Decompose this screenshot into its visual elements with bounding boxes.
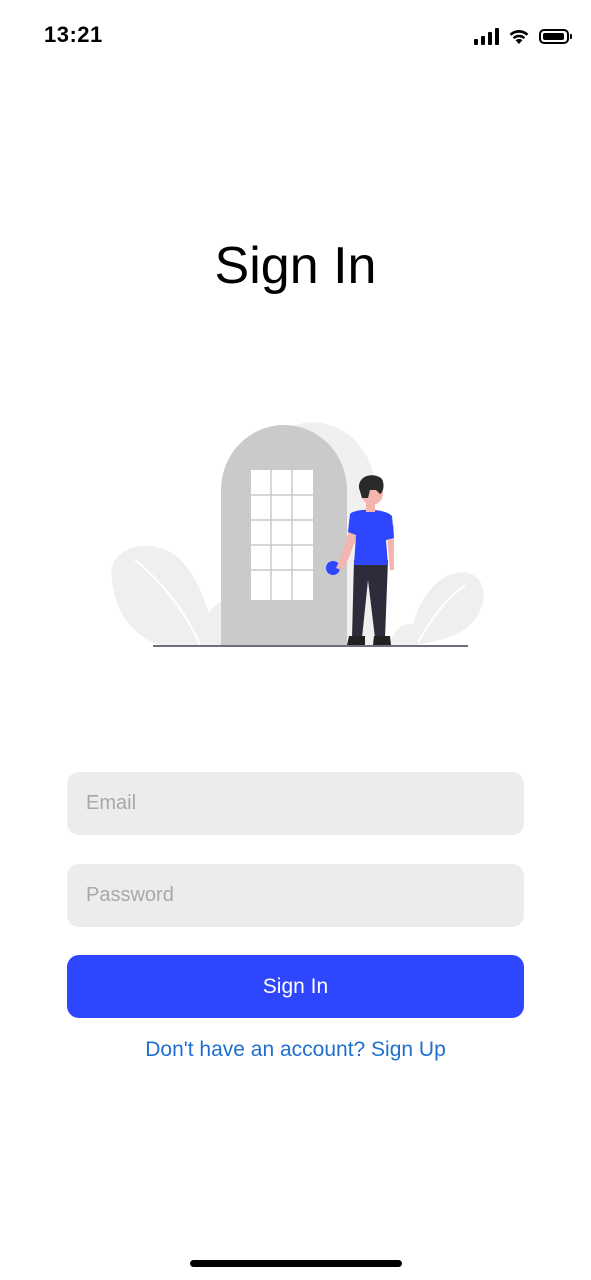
- sign-in-button[interactable]: Sign In: [67, 955, 524, 1018]
- status-bar: 13:21: [0, 0, 591, 72]
- right-leaf-decoration: [390, 572, 484, 645]
- door-window: [251, 470, 313, 600]
- battery-icon: [539, 28, 572, 44]
- cellular-signal-icon: [474, 27, 499, 45]
- sign-up-link[interactable]: Don't have an account? Sign Up: [0, 1038, 591, 1062]
- password-input[interactable]: [67, 864, 524, 927]
- wifi-icon: [509, 29, 529, 44]
- sign-in-screen: 13:21 Sign In Email Sign In Don't have a…: [0, 0, 591, 1280]
- left-leaf-decoration: [111, 545, 225, 646]
- page-title: Sign In: [214, 237, 377, 295]
- status-icons: [474, 24, 572, 48]
- door-illustration: [111, 422, 484, 647]
- home-indicator: [190, 1260, 402, 1267]
- email-input[interactable]: [67, 772, 524, 835]
- status-time: 13:21: [44, 22, 103, 47]
